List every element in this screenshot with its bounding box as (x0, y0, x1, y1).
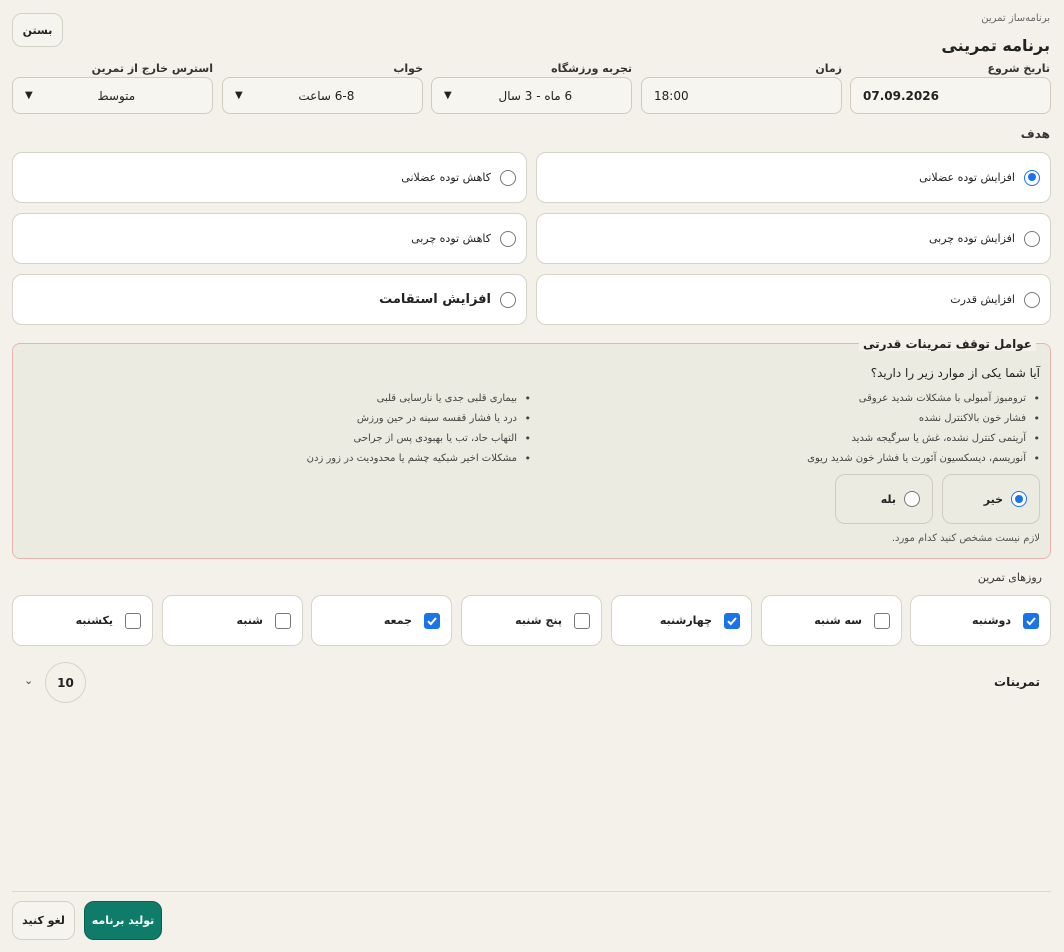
list-item: ترومبوز آمبولی با مشکلات شدید عروقی (600, 389, 1040, 409)
footer-divider (12, 891, 1051, 892)
radio-button[interactable] (500, 291, 516, 308)
goal-option-label: افزایش توده چربی (928, 232, 1015, 245)
day-label: سه شنبه (814, 614, 862, 627)
list-item: مشکلات اخیر شبکیه چشم یا محدودیت در زور … (91, 449, 531, 469)
stop-factors-yes-option[interactable]: بله (835, 474, 933, 524)
goal-option-strength[interactable]: افزایش قدرت (536, 274, 1051, 325)
goal-option-label: افزایش توده عضلانی (919, 171, 1015, 184)
start-date-field[interactable]: 07.09.2026 (850, 77, 1051, 114)
list-item: آریتمی کنترل نشده، غش یا سرگیجه شدید (600, 429, 1040, 449)
radio-button[interactable] (904, 491, 920, 507)
list-item: فشار خون بالاکنترل نشده (600, 409, 1040, 429)
day-option-thursday[interactable]: پنج شنبه (461, 595, 602, 646)
day-label: دوشنبه (972, 614, 1011, 627)
list-item: درد یا فشار قفسه سینه در حین ورزش (91, 409, 531, 429)
yes-label: بله (880, 492, 896, 506)
checkbox[interactable] (874, 612, 890, 629)
radio-button[interactable] (500, 230, 516, 247)
experience-select[interactable]: 6 ماه - 3 سال ▼ (431, 77, 632, 114)
chevron-down-icon[interactable]: ⌄ (24, 674, 33, 687)
day-option-wednesday[interactable]: چهارشنبه (611, 595, 752, 646)
stop-factors-note: لازم نیست مشخص کنید کدام مورد. (891, 533, 1040, 544)
day-label: یکشنبه (75, 614, 113, 627)
chevron-down-icon: ▼ (25, 90, 33, 101)
stress-select[interactable]: متوسط ▼ (12, 77, 213, 114)
goal-option-muscle-gain[interactable]: افزایش توده عضلانی (536, 152, 1051, 203)
stress-value: متوسط (97, 88, 136, 103)
goal-option-label: کاهش توده عضلانی (401, 171, 491, 184)
radio-button[interactable] (1011, 491, 1027, 507)
page-subtitle: برنامه‌ساز تمرین (981, 13, 1050, 24)
checkbox[interactable] (574, 612, 590, 629)
checkbox[interactable] (724, 612, 740, 629)
day-label: شنبه (236, 614, 263, 627)
list-item: بیماری قلبی جدی یا نارسایی قلبی (91, 389, 531, 409)
close-button[interactable]: بستن (12, 13, 63, 47)
chevron-down-icon: ▼ (235, 90, 243, 101)
no-label: خیر (983, 492, 1003, 506)
radio-button[interactable] (1024, 291, 1040, 308)
day-label: چهارشنبه (659, 614, 712, 627)
stop-factors-no-option[interactable]: خیر (942, 474, 1040, 524)
start-date-value: 07.09.2026 (863, 88, 939, 103)
day-option-monday[interactable]: دوشنبه (910, 595, 1051, 646)
time-label: زمان (815, 62, 842, 75)
stop-factors-question: آیا شما یکی از موارد زیر را دارید؟ (870, 366, 1040, 380)
time-value: 18:00 (654, 88, 689, 103)
goal-option-fat-loss[interactable]: کاهش توده چربی (12, 213, 527, 264)
sleep-select[interactable]: 6-8 ساعت ▼ (222, 77, 423, 114)
day-label: پنج شنبه (515, 614, 562, 627)
goal-option-label: افزایش قدرت (950, 293, 1015, 306)
day-option-saturday[interactable]: شنبه (162, 595, 303, 646)
goal-option-endurance[interactable]: افزایش استقامت (12, 274, 527, 325)
radio-button[interactable] (1024, 230, 1040, 247)
exercises-count-badge[interactable]: 10 (45, 662, 86, 703)
goal-option-label: کاهش توده چربی (411, 232, 491, 245)
day-option-tuesday[interactable]: سه شنبه (761, 595, 902, 646)
day-option-sunday[interactable]: یکشنبه (12, 595, 153, 646)
stop-factors-list-left: بیماری قلبی جدی یا نارسایی قلبی درد یا ف… (91, 389, 531, 469)
radio-button[interactable] (500, 169, 516, 186)
goal-label: هدف (1020, 127, 1050, 141)
experience-label: تجربه ورزشگاه (551, 62, 632, 75)
goal-option-fat-gain[interactable]: افزایش توده چربی (536, 213, 1051, 264)
checkbox[interactable] (275, 612, 291, 629)
cancel-button[interactable]: لغو کنید (12, 901, 75, 940)
goal-option-muscle-loss[interactable]: کاهش توده عضلانی (12, 152, 527, 203)
page-title: برنامه تمرینی (941, 36, 1050, 55)
time-field[interactable]: 18:00 (641, 77, 842, 114)
stop-factors-title: عوامل توقف تمرینات قدرتی (858, 337, 1036, 351)
checkbox[interactable] (1023, 612, 1039, 629)
checkbox[interactable] (424, 612, 440, 629)
start-date-label: تاریخ شروع (987, 62, 1051, 75)
checkbox[interactable] (125, 612, 141, 629)
goal-option-label: افزایش استقامت (379, 292, 491, 307)
radio-button[interactable] (1024, 169, 1040, 186)
training-days-label: روزهای تمرین (977, 571, 1042, 584)
stop-factors-list-right: ترومبوز آمبولی با مشکلات شدید عروقی فشار… (600, 389, 1040, 469)
generate-program-button[interactable]: تولید برنامه (84, 901, 162, 940)
day-option-friday[interactable]: جمعه (311, 595, 452, 646)
stress-label: استرس خارج از تمرین (91, 62, 213, 75)
chevron-down-icon: ▼ (444, 90, 452, 101)
sleep-label: خواب (393, 62, 423, 75)
experience-value: 6 ماه - 3 سال (498, 88, 573, 103)
list-item: التهاب حاد، تب یا بهبودی پس از جراحی (91, 429, 532, 449)
list-item: آنوریسم، دیسکسیون آئورت یا فشار خون شدید… (600, 449, 1040, 469)
exercises-label: تمرینات (994, 675, 1040, 689)
sleep-value: 6-8 ساعت (298, 88, 355, 103)
day-label: جمعه (383, 614, 412, 627)
